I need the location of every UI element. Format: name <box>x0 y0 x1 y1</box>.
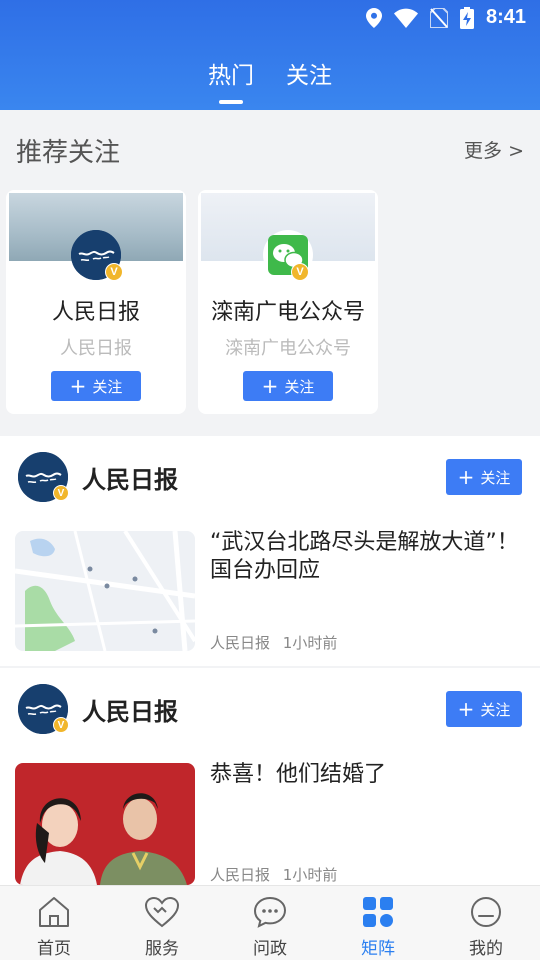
meta-source: 人民日报 <box>210 866 271 884</box>
meta-time: 1小时前 <box>282 866 338 884</box>
feed-item[interactable]: V 人民日报 + 关注 恭喜！他们结婚了 人民日报 1小时前 <box>0 668 540 885</box>
plus-icon: + <box>457 697 475 721</box>
top-tabs: 热门 关注 <box>0 56 540 104</box>
heart-icon <box>144 896 180 928</box>
verified-badge-icon: V <box>53 717 69 733</box>
grid-icon <box>363 897 393 927</box>
follow-button[interactable]: + 关注 <box>446 459 522 495</box>
nav-label: 问政 <box>253 939 287 959</box>
map-image <box>15 531 195 651</box>
map-thumbnail <box>15 531 195 651</box>
nav-label: 矩阵 <box>361 939 395 959</box>
recommend-card-renmin[interactable]: V 人民日报 人民日报 + 关注 <box>6 190 186 414</box>
status-bar: 8:41 <box>0 0 540 38</box>
nav-mine[interactable]: 我的 <box>432 886 540 960</box>
wedding-photo-image <box>15 763 195 885</box>
home-icon <box>39 897 69 927</box>
nav-inquiry[interactable]: 问政 <box>216 886 324 960</box>
follow-label: 关注 <box>284 377 315 396</box>
card-name: 人民日报 <box>51 300 140 325</box>
plus-icon: + <box>261 374 279 398</box>
feed-item[interactable]: V 人民日报 + 关注 “武汉台北路尽头是解放大道”！国台办回应 人民日报 1小… <box>0 436 540 666</box>
meta-source: 人民日报 <box>210 634 271 652</box>
wedding-photo-thumbnail <box>15 763 195 885</box>
feed-meta: 人民日报 1小时前 <box>210 864 337 885</box>
nav-label: 服务 <box>145 939 179 959</box>
recommend-section: 推荐关注 更多 > V 人民日报 人民日报 + 关注 V 滦南广电公众号 滦南广… <box>0 110 540 426</box>
follow-button[interactable]: + 关注 <box>243 371 333 401</box>
verified-badge-icon: V <box>291 263 309 281</box>
app-header: 8:41 热门 关注 <box>0 0 540 110</box>
card-name: 滦南广电公众号 <box>210 300 365 325</box>
nav-service[interactable]: 服务 <box>108 886 216 960</box>
follow-button[interactable]: + 关注 <box>446 691 522 727</box>
nav-matrix[interactable]: 矩阵 <box>324 886 432 960</box>
bottom-nav: 首页 服务 问政 矩阵 我的 <box>0 885 540 960</box>
profile-icon <box>471 897 501 927</box>
nav-label: 首页 <box>37 939 71 959</box>
tab-hot[interactable]: 热门 <box>208 56 254 104</box>
plus-icon: + <box>69 374 87 398</box>
wifi-icon <box>393 8 418 28</box>
tab-following[interactable]: 关注 <box>286 56 332 104</box>
chat-bubble-icon <box>253 896 287 928</box>
follow-button[interactable]: + 关注 <box>51 371 141 401</box>
card-subtitle: 人民日报 <box>60 338 132 359</box>
battery-charging-icon <box>459 6 474 29</box>
feed-title[interactable]: “武汉台北路尽头是解放大道”！国台办回应 <box>210 529 526 585</box>
feed-source-name[interactable]: 人民日报 <box>82 692 178 727</box>
follow-label: 关注 <box>480 700 511 719</box>
follow-label: 关注 <box>92 377 123 396</box>
nav-label: 我的 <box>469 939 503 959</box>
verified-badge-icon: V <box>53 485 69 501</box>
card-subtitle: 滦南广电公众号 <box>225 338 351 359</box>
follow-label: 关注 <box>480 468 511 487</box>
feed-source-name[interactable]: 人民日报 <box>82 460 178 495</box>
status-icons: 8:41 <box>365 6 526 29</box>
recommend-title: 推荐关注 <box>16 138 121 168</box>
nav-home[interactable]: 首页 <box>0 886 108 960</box>
meta-time: 1小时前 <box>282 634 338 652</box>
no-sim-icon <box>429 7 448 28</box>
feed-meta: 人民日报 1小时前 <box>210 632 337 653</box>
location-icon <box>365 7 382 28</box>
more-link[interactable]: 更多 > <box>464 136 524 163</box>
recommend-card-luannan[interactable]: V 滦南广电公众号 滦南广电公众号 + 关注 <box>198 190 378 414</box>
plus-icon: + <box>457 465 475 489</box>
status-time: 8:41 <box>485 6 526 28</box>
verified-badge-icon: V <box>105 263 123 281</box>
feed-title[interactable]: 恭喜！他们结婚了 <box>210 761 526 789</box>
